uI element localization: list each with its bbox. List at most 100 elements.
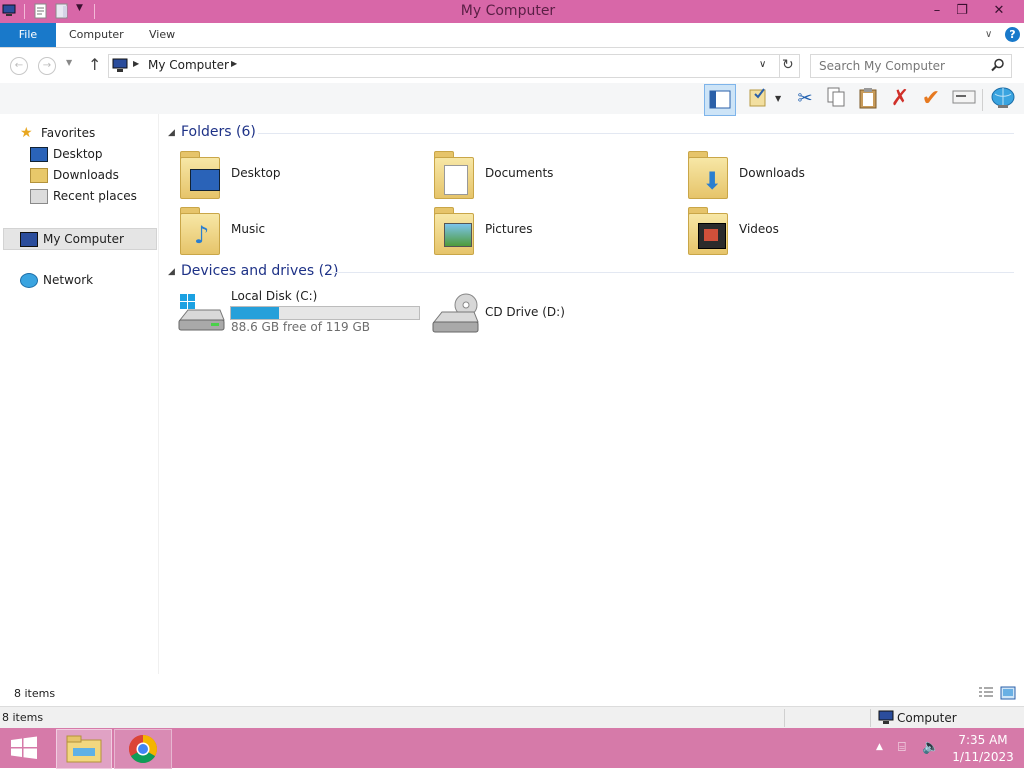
local-disk-icon[interactable]	[176, 292, 226, 334]
folder-label-downloads[interactable]: Downloads	[739, 166, 805, 180]
taskbar-file-explorer-button[interactable]	[56, 729, 112, 769]
download-arrow-icon: ⬇	[702, 167, 723, 195]
nav-favorites-label: Favorites	[41, 126, 96, 140]
clock-date[interactable]: 1/11/2023	[950, 750, 1016, 764]
pictures-folder-icon[interactable]	[434, 207, 474, 255]
chrome-icon	[129, 735, 157, 763]
navigation-pane: ★ Favorites Desktop Downloads Recent plac…	[0, 114, 158, 684]
nav-item-label: Recent places	[53, 189, 137, 203]
drive-label-d[interactable]: CD Drive (D:)	[485, 305, 565, 319]
computer-icon	[112, 58, 128, 76]
item-count: 8 items	[14, 687, 56, 700]
picture-icon	[444, 223, 472, 247]
videos-folder-icon[interactable]	[688, 207, 728, 255]
delete-icon[interactable]: ✗	[887, 86, 913, 112]
file-explorer-icon	[66, 735, 102, 763]
music-note-icon: ♪	[194, 221, 210, 249]
divider	[784, 709, 785, 727]
details-bar: 8 items Computer	[0, 706, 1024, 729]
network-status-icon[interactable]: ⌸	[898, 740, 906, 755]
divider	[779, 55, 780, 77]
refresh-icon[interactable]: ↻	[782, 57, 794, 73]
recent-places-icon	[30, 189, 48, 204]
folders-group-header[interactable]: Folders (6)	[181, 124, 256, 140]
help-icon[interactable]: ?	[1005, 27, 1020, 42]
nav-item-label: Downloads	[53, 168, 119, 182]
breadcrumb-chevron-icon[interactable]: ▶	[133, 59, 139, 68]
folder-label-pictures[interactable]: Pictures	[485, 222, 533, 236]
tab-file[interactable]: File	[0, 23, 56, 47]
cd-drive-icon[interactable]	[430, 292, 480, 336]
search-icon[interactable]	[991, 58, 1005, 75]
clock-time[interactable]: 7:35 AM	[950, 733, 1016, 747]
collapse-drives-icon[interactable]: ◢	[168, 267, 175, 277]
drive-usage-bar	[230, 306, 420, 320]
volume-icon[interactable]: 🔈	[922, 739, 939, 755]
title-bar: ▼ My Computer – ❐ ✕	[0, 0, 1024, 23]
desktop-icon	[30, 147, 48, 162]
drives-group-header[interactable]: Devices and drives (2)	[181, 263, 338, 279]
document-icon	[444, 165, 468, 195]
address-bar[interactable]: ▶ My Computer ▶ ∨ ↻	[108, 54, 800, 78]
nav-item-recent-places[interactable]: Recent places	[30, 186, 137, 206]
drive-free-text: 88.6 GB free of 119 GB	[231, 320, 370, 334]
nav-item-downloads[interactable]: Downloads	[30, 165, 119, 185]
properties-dropdown-icon[interactable]: ▼	[775, 94, 781, 103]
large-icons-view-icon[interactable]	[1000, 686, 1016, 703]
search-placeholder: Search My Computer	[819, 59, 945, 73]
nav-item-network[interactable]: Network	[20, 270, 93, 290]
music-folder-icon[interactable]: ♪	[180, 207, 220, 255]
map-drive-icon[interactable]	[951, 86, 977, 112]
breadcrumb-my-computer[interactable]: My Computer	[148, 58, 229, 72]
computer-icon	[20, 232, 38, 247]
downloads-folder-icon[interactable]: ⬇	[688, 151, 728, 199]
folder-label-documents[interactable]: Documents	[485, 166, 553, 180]
toolbar: ▼ ✂ ✗ ✔	[0, 83, 1024, 116]
nav-item-my-computer[interactable]: My Computer	[3, 228, 157, 250]
folder-label-videos[interactable]: Videos	[739, 222, 779, 236]
details-view-icon[interactable]	[978, 686, 994, 703]
nav-item-label: My Computer	[43, 232, 124, 246]
recent-locations-icon[interactable]: ▼	[66, 58, 72, 67]
back-button[interactable]: ←	[10, 57, 28, 75]
divider	[982, 89, 983, 111]
folder-label-music[interactable]: Music	[231, 222, 265, 236]
search-input[interactable]: Search My Computer	[810, 54, 1012, 78]
paste-icon[interactable]	[855, 86, 881, 112]
divider	[870, 709, 871, 727]
computer-icon	[878, 710, 894, 728]
taskbar: ▲ ⌸ 🔈 7:35 AM 1/11/2023	[0, 728, 1024, 769]
up-button[interactable]: ↑	[88, 55, 101, 74]
network-globe-icon[interactable]	[990, 86, 1016, 112]
collapse-folders-icon[interactable]: ◢	[168, 128, 175, 138]
ribbon-expand-icon[interactable]: ∨	[985, 29, 992, 40]
preview-pane-button[interactable]	[704, 84, 736, 116]
copy-icon[interactable]	[823, 86, 849, 112]
forward-button[interactable]: →	[38, 57, 56, 75]
desktop-folder-icon[interactable]	[180, 151, 220, 199]
desktop-icon	[190, 169, 220, 191]
taskbar-chrome-button[interactable]	[114, 729, 172, 769]
tab-view[interactable]: View	[149, 23, 175, 47]
downloads-icon	[30, 168, 48, 183]
documents-folder-icon[interactable]	[434, 151, 474, 199]
properties-button[interactable]	[745, 86, 771, 112]
nav-item-label: Network	[43, 273, 94, 287]
folder-label-desktop[interactable]: Desktop	[231, 166, 281, 180]
nav-item-label: Desktop	[53, 147, 103, 161]
close-button[interactable]: ✕	[982, 0, 1016, 22]
address-dropdown-icon[interactable]: ∨	[759, 59, 766, 70]
drive-label-c[interactable]: Local Disk (C:)	[231, 289, 317, 303]
windows-start-icon[interactable]	[10, 736, 38, 763]
details-item-count: 8 items	[2, 711, 44, 724]
tab-computer[interactable]: Computer	[69, 23, 124, 47]
nav-favorites[interactable]: ★ Favorites	[20, 123, 95, 143]
cut-icon[interactable]: ✂	[792, 86, 818, 112]
ribbon: File Computer View ∨ ?	[0, 23, 1024, 48]
maximize-button[interactable]: ❐	[945, 0, 979, 22]
pane-divider	[158, 114, 159, 674]
show-hidden-icons-icon[interactable]: ▲	[876, 742, 883, 752]
breadcrumb-chevron-icon[interactable]: ▶	[231, 59, 237, 68]
rename-icon[interactable]: ✔	[918, 86, 944, 112]
nav-item-desktop[interactable]: Desktop	[30, 144, 103, 164]
